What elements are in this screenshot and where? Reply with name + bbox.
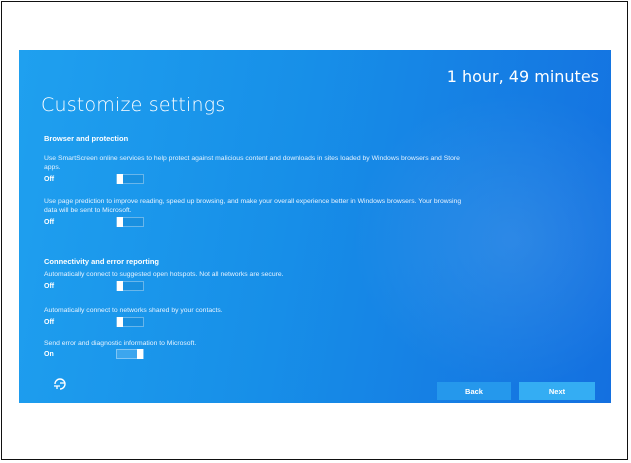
toggle-knob: [117, 281, 123, 291]
open-hotspots-toggle[interactable]: [116, 281, 144, 291]
next-button[interactable]: Next: [519, 382, 595, 400]
error-reporting-description: Send error and diagnostic information to…: [44, 340, 197, 347]
setup-screen: 1 hour, 49 minutes Customize settings Br…: [19, 50, 611, 403]
page-prediction-description: Use page prediction to improve reading, …: [44, 198, 462, 214]
smartscreen-toggle[interactable]: [116, 174, 144, 184]
smartscreen-description: Use SmartScreen online services to help …: [44, 155, 460, 171]
page-prediction-toggle[interactable]: [116, 217, 144, 227]
smartscreen-state-label: Off: [44, 176, 55, 183]
open-hotspots-state-label: Off: [44, 283, 55, 290]
toggle-knob: [117, 174, 123, 184]
shared-networks-toggle[interactable]: [116, 317, 144, 327]
back-button[interactable]: Back: [437, 382, 511, 400]
toggle-knob: [137, 349, 143, 359]
shared-networks-state-label: Off: [44, 319, 55, 326]
error-reporting-state-label: On: [44, 351, 54, 358]
ease-of-access-icon[interactable]: [51, 378, 69, 392]
page-prediction-state-label: Off: [44, 219, 55, 226]
open-hotspots-description: Automatically connect to suggested open …: [44, 271, 284, 278]
section-heading-connectivity: Connectivity and error reporting: [44, 257, 160, 266]
section-heading-browser-protection: Browser and protection: [44, 134, 129, 143]
toggle-knob: [117, 217, 123, 227]
time-remaining: 1 hour, 49 minutes: [446, 67, 599, 86]
error-reporting-toggle[interactable]: [116, 349, 144, 359]
toggle-knob: [117, 317, 123, 327]
page-title: Customize settings: [41, 94, 226, 116]
shared-networks-description: Automatically connect to networks shared…: [44, 307, 223, 314]
